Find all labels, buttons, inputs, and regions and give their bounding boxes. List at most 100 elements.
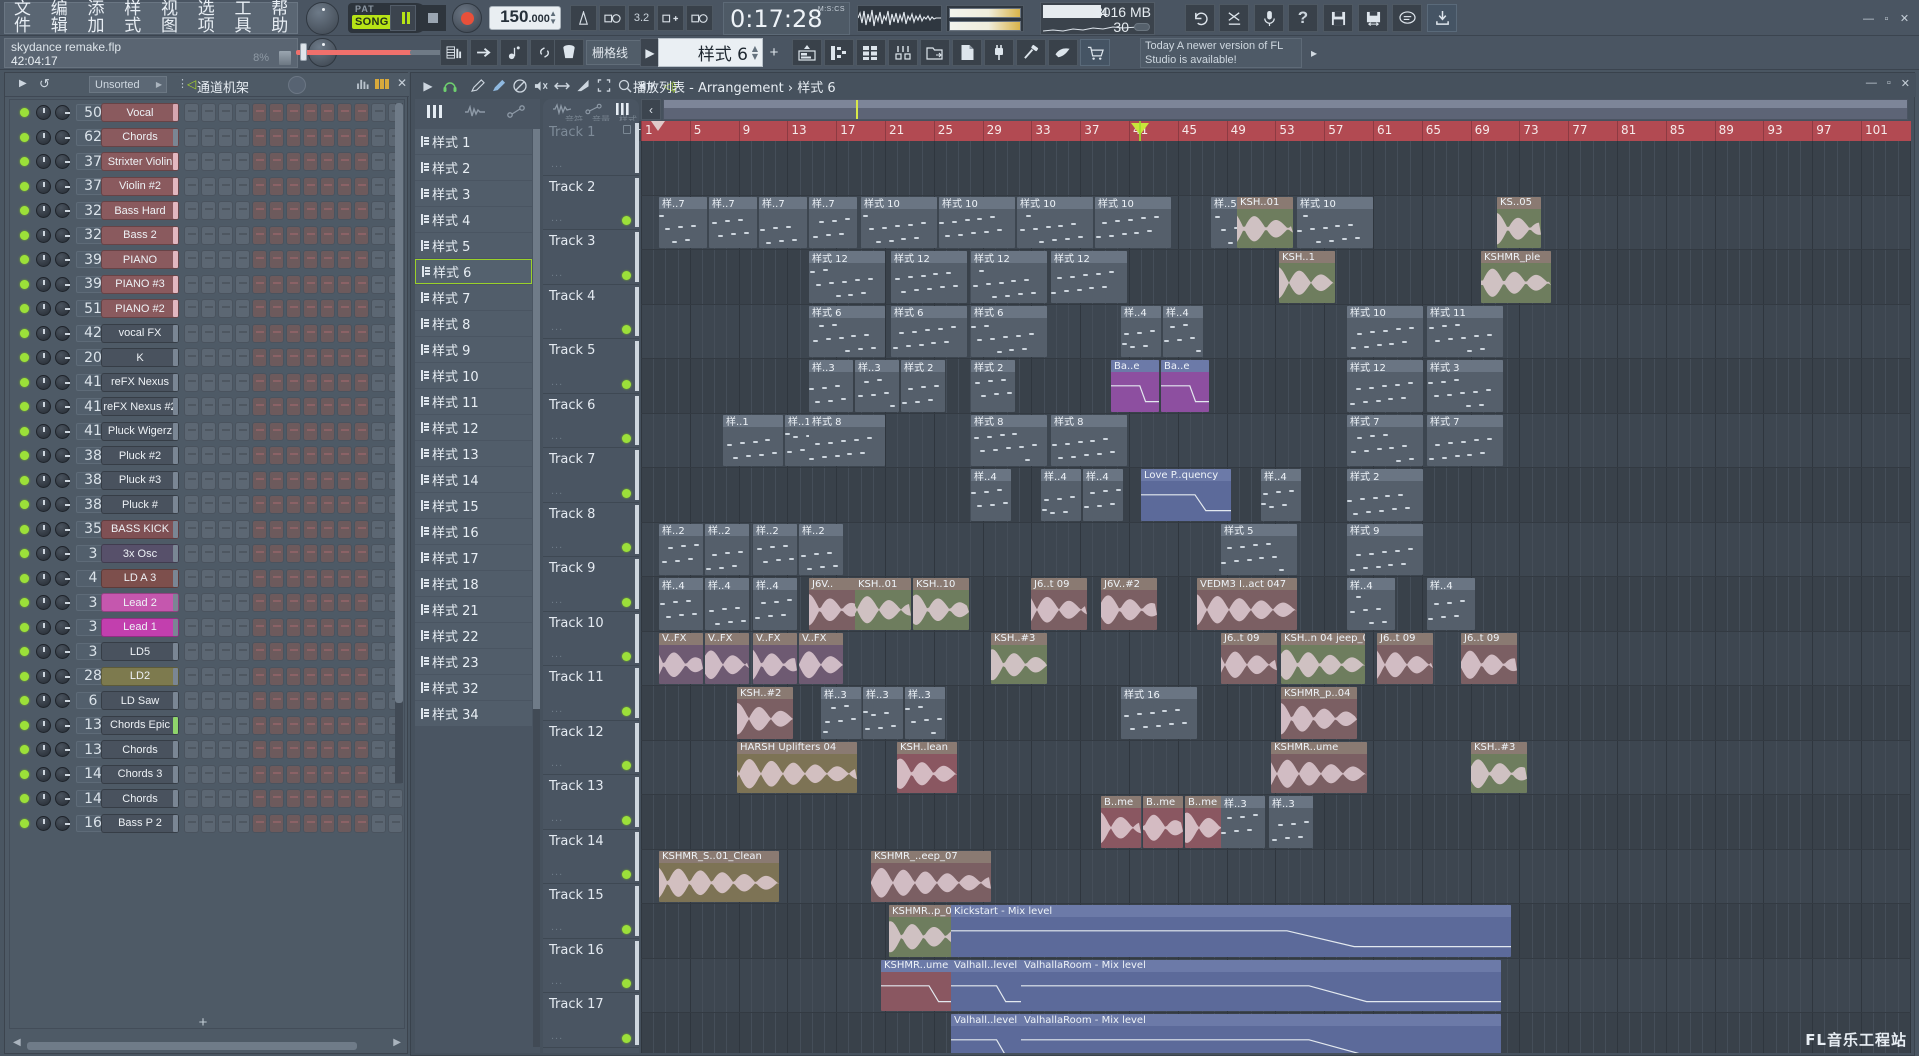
playlist-clip[interactable]: HARSH Uplifters 04 bbox=[737, 741, 857, 793]
playlist-clip[interactable]: 样..4 bbox=[1427, 578, 1475, 630]
pattern-prev-button[interactable]: ▶ bbox=[640, 38, 660, 67]
track-enable-led[interactable] bbox=[622, 870, 631, 879]
playlist-clip[interactable]: 样..4 bbox=[1347, 578, 1395, 630]
channel-pan-knob[interactable] bbox=[36, 276, 51, 292]
track-options-dots[interactable]: ... bbox=[551, 866, 563, 878]
step-button[interactable] bbox=[320, 225, 335, 245]
channel-row[interactable]: 37 Violin #2 bbox=[10, 174, 404, 198]
record-button[interactable] bbox=[452, 3, 482, 33]
step-button[interactable] bbox=[269, 152, 284, 171]
step-button[interactable] bbox=[303, 152, 318, 171]
step-button[interactable] bbox=[286, 813, 301, 833]
step-button[interactable] bbox=[269, 446, 284, 465]
step-button[interactable] bbox=[252, 299, 267, 318]
step-button[interactable] bbox=[303, 764, 318, 784]
step-button[interactable] bbox=[337, 225, 352, 245]
channel-row[interactable]: 50 Vocal bbox=[10, 100, 404, 124]
menu-options[interactable]: 选项 bbox=[198, 1, 224, 35]
step-button[interactable] bbox=[371, 103, 386, 122]
channel-name-button[interactable]: BASS KICK bbox=[101, 519, 179, 539]
channel-row[interactable]: 51 PIANO #2 bbox=[10, 296, 404, 320]
channel-row[interactable]: 14 Chords 3 bbox=[10, 762, 404, 786]
channel-volume-knob[interactable] bbox=[55, 668, 70, 684]
channel-row[interactable]: 41 reFX Nexus bbox=[10, 370, 404, 394]
step-button[interactable] bbox=[201, 323, 216, 343]
time-display-panel[interactable]: 0:17:28 M:S:CS bbox=[723, 2, 850, 35]
step-button[interactable] bbox=[286, 568, 301, 588]
step-button[interactable] bbox=[218, 544, 233, 563]
step-button[interactable] bbox=[269, 201, 284, 220]
channel-volume-knob[interactable] bbox=[55, 791, 70, 806]
pattern-list-item[interactable]: 样式 11 bbox=[415, 389, 532, 414]
track-enable-led[interactable] bbox=[622, 216, 631, 225]
step-button[interactable] bbox=[184, 250, 199, 269]
track-options-dots[interactable]: ... bbox=[551, 921, 563, 933]
step-button[interactable] bbox=[303, 789, 318, 808]
step-button[interactable] bbox=[269, 372, 284, 392]
step-button[interactable] bbox=[201, 519, 216, 539]
step-button[interactable] bbox=[184, 225, 199, 245]
track-name[interactable]: Track 17 bbox=[549, 997, 604, 1012]
track-header[interactable]: Track 15... bbox=[543, 884, 639, 939]
step-button[interactable] bbox=[252, 201, 267, 220]
mute-tool-icon[interactable] bbox=[532, 77, 550, 94]
playlist-clip[interactable]: 样式 8 bbox=[1051, 414, 1127, 466]
track-options-dots[interactable]: ... bbox=[551, 757, 563, 769]
step-button[interactable] bbox=[286, 642, 301, 661]
track-options-dots[interactable]: ... bbox=[551, 267, 563, 279]
pattern-list-item[interactable]: 样式 9 bbox=[415, 337, 532, 362]
step-button[interactable] bbox=[303, 593, 318, 612]
channel-name-button[interactable]: Vocal bbox=[101, 103, 179, 122]
step-button[interactable] bbox=[184, 299, 199, 318]
step-button[interactable] bbox=[320, 372, 335, 392]
step-button[interactable] bbox=[303, 519, 318, 539]
channel-mute-led[interactable] bbox=[20, 181, 29, 191]
loop-start-marker[interactable] bbox=[651, 121, 665, 131]
step-button[interactable] bbox=[218, 421, 233, 441]
step-button[interactable] bbox=[337, 152, 352, 171]
pattern-list-item[interactable]: 样式 8 bbox=[415, 311, 532, 336]
step-button[interactable] bbox=[371, 299, 386, 318]
step-button[interactable] bbox=[354, 372, 369, 392]
playlist-clip[interactable]: Kickstart - Mix level bbox=[951, 905, 1511, 957]
step-button[interactable] bbox=[184, 421, 199, 441]
step-button[interactable] bbox=[218, 764, 233, 784]
step-button[interactable] bbox=[286, 127, 301, 147]
metronome-icon[interactable] bbox=[570, 5, 597, 31]
rack-undo-icon[interactable]: ↺ bbox=[39, 76, 50, 92]
step-button[interactable] bbox=[286, 372, 301, 392]
playlist-clip[interactable]: Ba..e bbox=[1161, 360, 1209, 412]
step-button[interactable] bbox=[252, 740, 267, 759]
rack-steps-icon[interactable] bbox=[375, 78, 391, 92]
channel-rack-hscrollbar-thumb[interactable] bbox=[27, 1042, 357, 1050]
channel-rack-scrollbar-thumb[interactable] bbox=[395, 103, 403, 703]
channel-mute-led[interactable] bbox=[20, 304, 29, 313]
pattern-list-item[interactable]: 样式 2 bbox=[415, 155, 532, 180]
plugin-picker-icon[interactable] bbox=[984, 39, 1014, 66]
step-button[interactable] bbox=[184, 127, 199, 147]
playlist-clip[interactable]: VEDM3 I..act 047 bbox=[1197, 578, 1297, 630]
step-button[interactable] bbox=[184, 201, 199, 220]
track-enable-led[interactable] bbox=[622, 597, 631, 607]
pattern-list-item[interactable]: 样式 6 bbox=[415, 259, 532, 284]
step-button[interactable] bbox=[201, 544, 216, 563]
channel-mute-led[interactable] bbox=[20, 794, 29, 803]
playlist-clip[interactable]: Love P..quency bbox=[1141, 469, 1231, 521]
step-button[interactable] bbox=[371, 691, 386, 710]
step-button[interactable] bbox=[269, 715, 284, 735]
pattern-list-item[interactable]: 样式 14 bbox=[415, 467, 532, 492]
headphone-icon[interactable] bbox=[441, 77, 459, 94]
track-enable-led[interactable] bbox=[622, 652, 631, 661]
step-button[interactable] bbox=[252, 127, 267, 147]
track-name[interactable]: Track 8 bbox=[549, 507, 595, 522]
step-button[interactable] bbox=[320, 691, 335, 710]
playlist-clip[interactable]: 样式 10 bbox=[1347, 305, 1423, 357]
scroll-left-icon[interactable]: ◀ bbox=[13, 1037, 21, 1048]
track-options-dots[interactable]: ... bbox=[551, 812, 563, 824]
step-button[interactable] bbox=[252, 470, 267, 490]
step-button[interactable] bbox=[337, 764, 352, 784]
channel-mute-led[interactable] bbox=[20, 206, 29, 215]
step-button[interactable] bbox=[371, 225, 386, 245]
playlist-clip[interactable]: 样式 11 bbox=[1427, 305, 1503, 357]
channel-row[interactable]: 38 Pluck #3 bbox=[10, 468, 404, 492]
